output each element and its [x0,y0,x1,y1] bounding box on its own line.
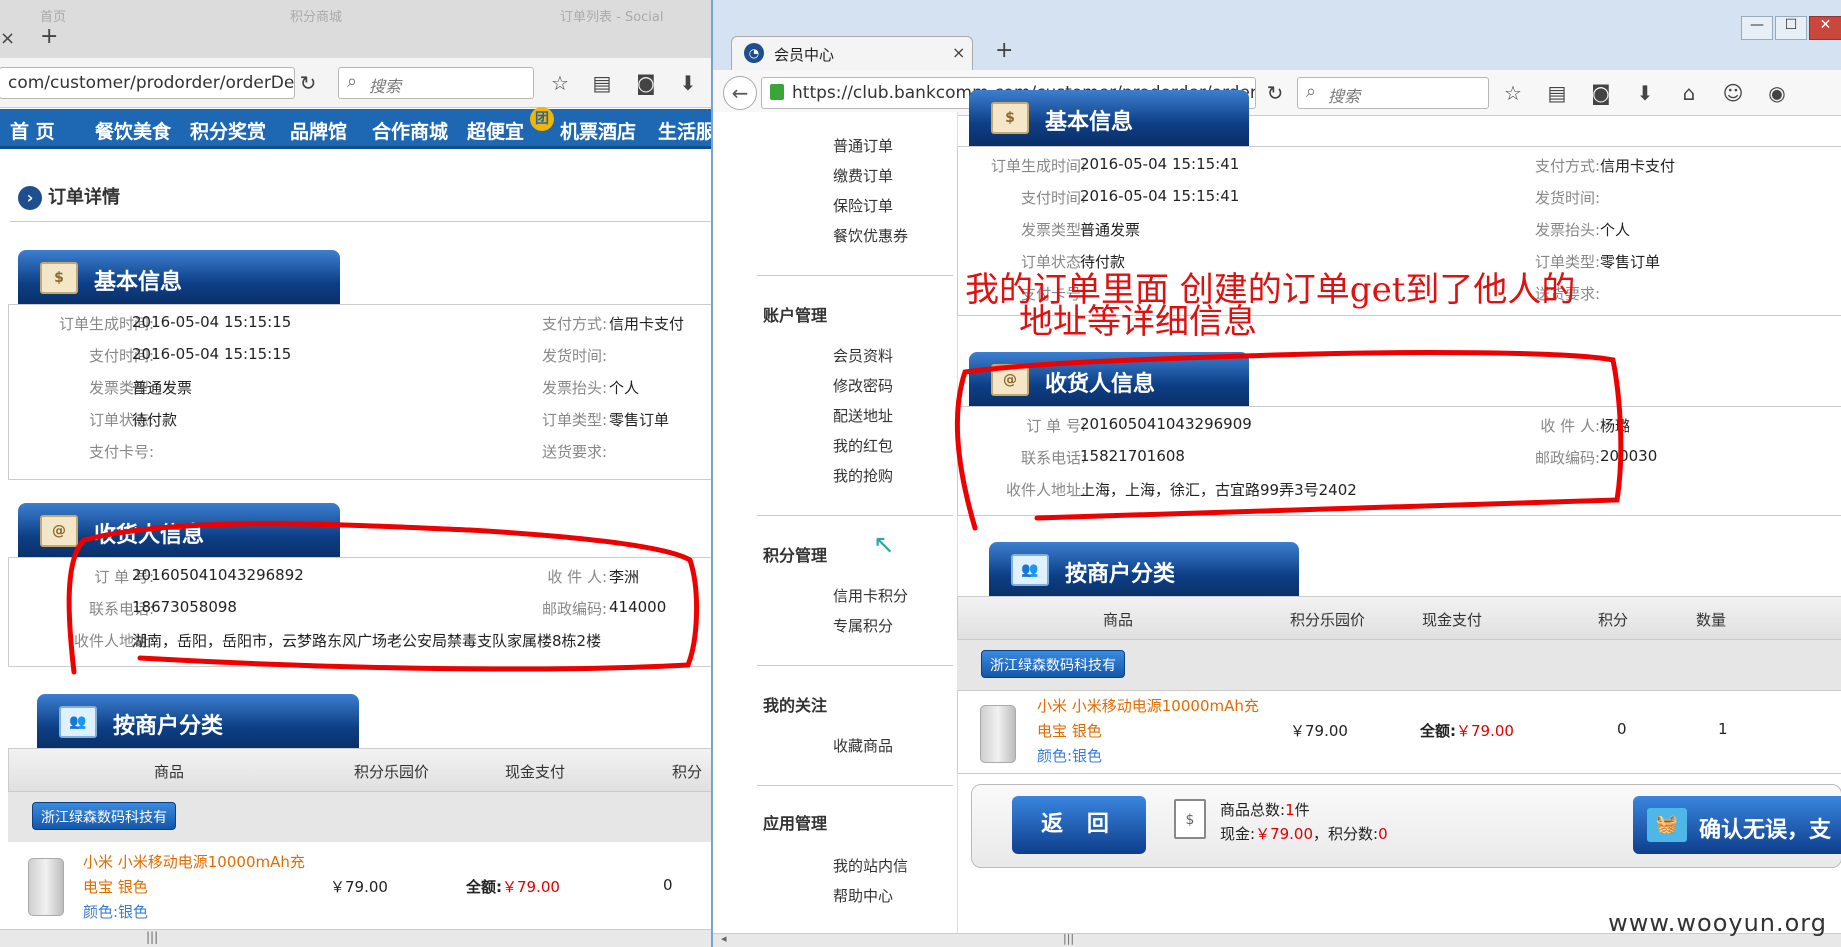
right-browser-window: ◔ 会员中心 × + — ☐ ✕ ← https://club.bankcomm… [712,0,1841,947]
left-red-highlight-outline [66,521,700,675]
right-red-highlight-outline [954,350,1624,531]
watermark: www.wooyun.org [1608,909,1827,937]
left-browser-window: 首页 积分商城 订单列表 - Social × + com/customer/p… [0,0,712,947]
